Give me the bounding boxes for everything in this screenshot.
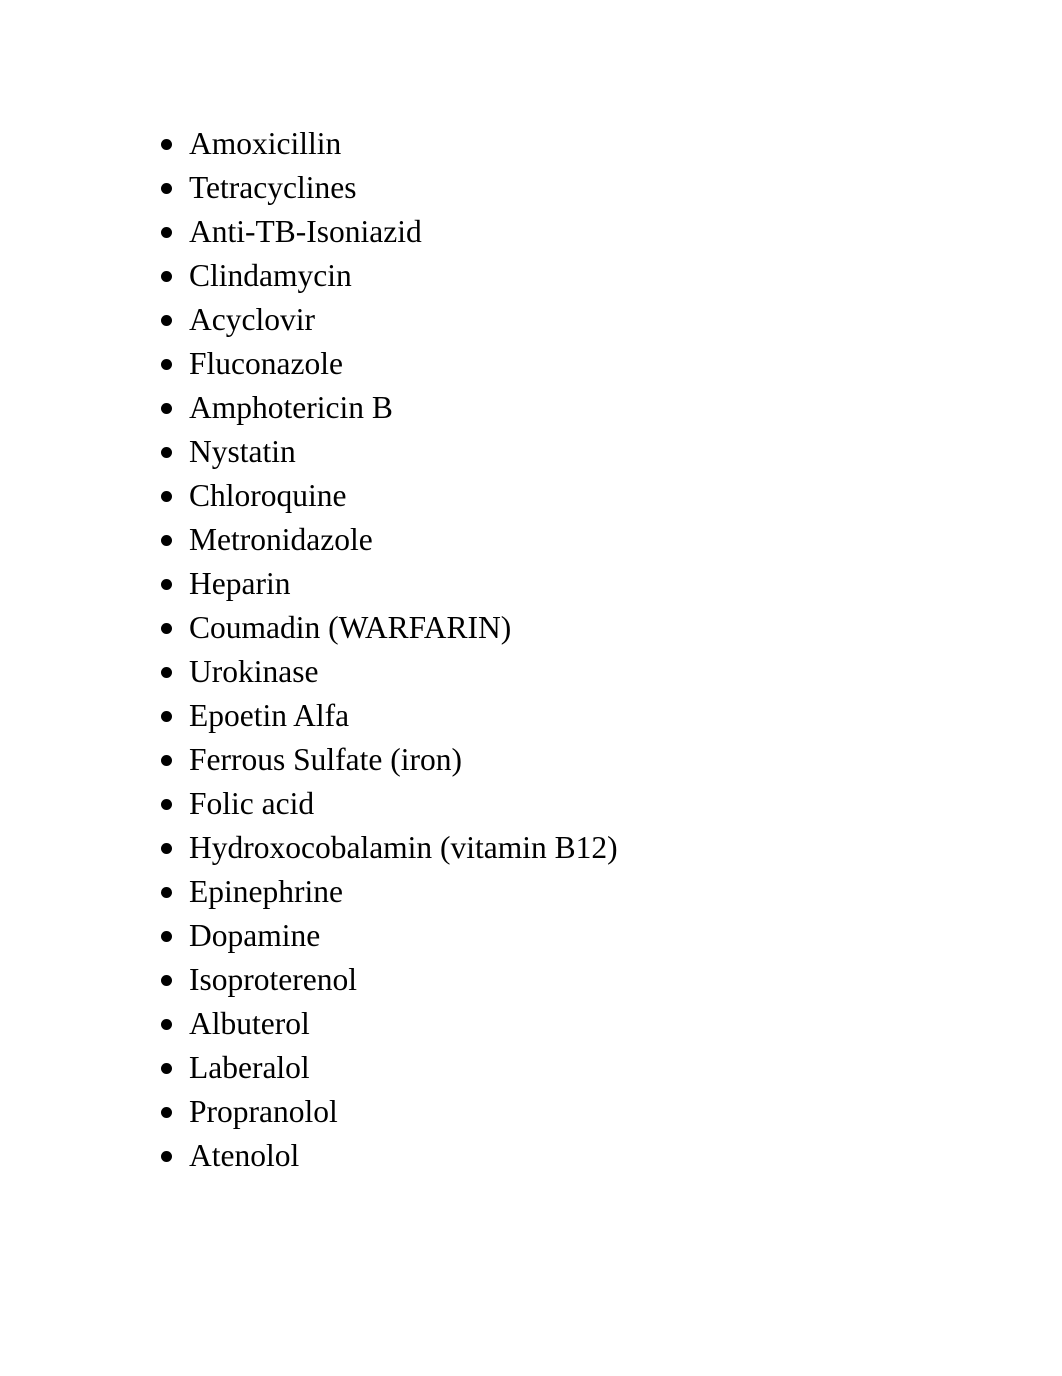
bullet-icon (161, 1150, 172, 1162)
list-item-label: Fluconazole (189, 346, 343, 381)
bullet-icon (161, 754, 172, 766)
bullet-icon (161, 314, 172, 326)
bullet-icon (161, 1062, 172, 1074)
bullet-icon (161, 534, 172, 546)
bullet-icon (161, 578, 172, 590)
list-item: Epoetin Alfa (155, 694, 1015, 738)
list-item: Atenolol (155, 1134, 1015, 1178)
bullet-icon (161, 138, 172, 150)
list-item-label: Acyclovir (189, 302, 315, 337)
bullet-icon (161, 666, 172, 678)
list-item: Urokinase (155, 650, 1015, 694)
list-item: Laberalol (155, 1046, 1015, 1090)
bullet-icon (161, 446, 172, 458)
list-item: Ferrous Sulfate (iron) (155, 738, 1015, 782)
document-page: Amoxicillin Tetracyclines Anti-TB-Isoniazi… (0, 0, 1062, 1376)
list-item: Hydroxocobalamin (vitamin B12) (155, 826, 1015, 870)
list-item-label: Urokinase (189, 654, 319, 689)
bullet-icon (161, 930, 172, 942)
bullet-icon (161, 182, 172, 194)
list-item-label: Clindamycin (189, 258, 352, 293)
bullet-icon (161, 974, 172, 986)
list-item: Dopamine (155, 914, 1015, 958)
list-item: Propranolol (155, 1090, 1015, 1134)
list-item-label: Nystatin (189, 434, 296, 469)
list-item: Acyclovir (155, 298, 1015, 342)
bullet-icon (161, 622, 172, 634)
list-item: Coumadin (WARFARIN) (155, 606, 1015, 650)
bullet-icon (161, 358, 172, 370)
list-item-label: Amphotericin B (189, 390, 393, 425)
list-item-label: Amoxicillin (189, 126, 342, 161)
list-item: Amphotericin B (155, 386, 1015, 430)
list-item-label: Metronidazole (189, 522, 373, 557)
list-item-label: Epoetin Alfa (189, 698, 350, 733)
list-item: Anti-TB-Isoniazid (155, 210, 1015, 254)
list-item: Isoproterenol (155, 958, 1015, 1002)
bullet-icon (161, 886, 172, 898)
bullet-icon (161, 710, 172, 722)
list-item: Nystatin (155, 430, 1015, 474)
bullet-icon (161, 490, 172, 502)
bullet-icon (161, 1106, 172, 1118)
list-item-label: Hydroxocobalamin (vitamin B12) (189, 830, 618, 865)
list-item-label: Propranolol (189, 1094, 338, 1129)
list-item: Folic acid (155, 782, 1015, 826)
list-item: Tetracyclines (155, 166, 1015, 210)
bullet-icon (161, 226, 172, 238)
list-item-label: Epinephrine (189, 874, 343, 909)
bullet-icon (161, 1018, 172, 1030)
list-item: Albuterol (155, 1002, 1015, 1046)
list-item-label: Anti-TB-Isoniazid (189, 214, 422, 249)
list-item-label: Tetracyclines (189, 170, 357, 205)
bullet-icon (161, 402, 172, 414)
list-item: Amoxicillin (155, 122, 1015, 166)
list-item-label: Laberalol (189, 1050, 310, 1085)
list-item-label: Chloroquine (189, 478, 347, 513)
bullet-icon (161, 798, 172, 810)
list-item: Clindamycin (155, 254, 1015, 298)
list-item-label: Ferrous Sulfate (iron) (189, 742, 462, 777)
bullet-icon (161, 842, 172, 854)
list-item: Metronidazole (155, 518, 1015, 562)
list-item: Heparin (155, 562, 1015, 606)
drug-list: Amoxicillin Tetracyclines Anti-TB-Isoniazi… (155, 122, 1015, 1178)
list-item-label: Atenolol (189, 1138, 300, 1173)
list-item-label: Dopamine (189, 918, 321, 953)
list-item-label: Heparin (189, 566, 291, 601)
list-item: Epinephrine (155, 870, 1015, 914)
list-item-label: Isoproterenol (189, 962, 357, 997)
list-item: Fluconazole (155, 342, 1015, 386)
list-item-label: Folic acid (189, 786, 315, 821)
list-item-label: Albuterol (189, 1006, 310, 1041)
list-item: Chloroquine (155, 474, 1015, 518)
bullet-icon (161, 270, 172, 282)
list-item-label: Coumadin (WARFARIN) (189, 610, 512, 645)
